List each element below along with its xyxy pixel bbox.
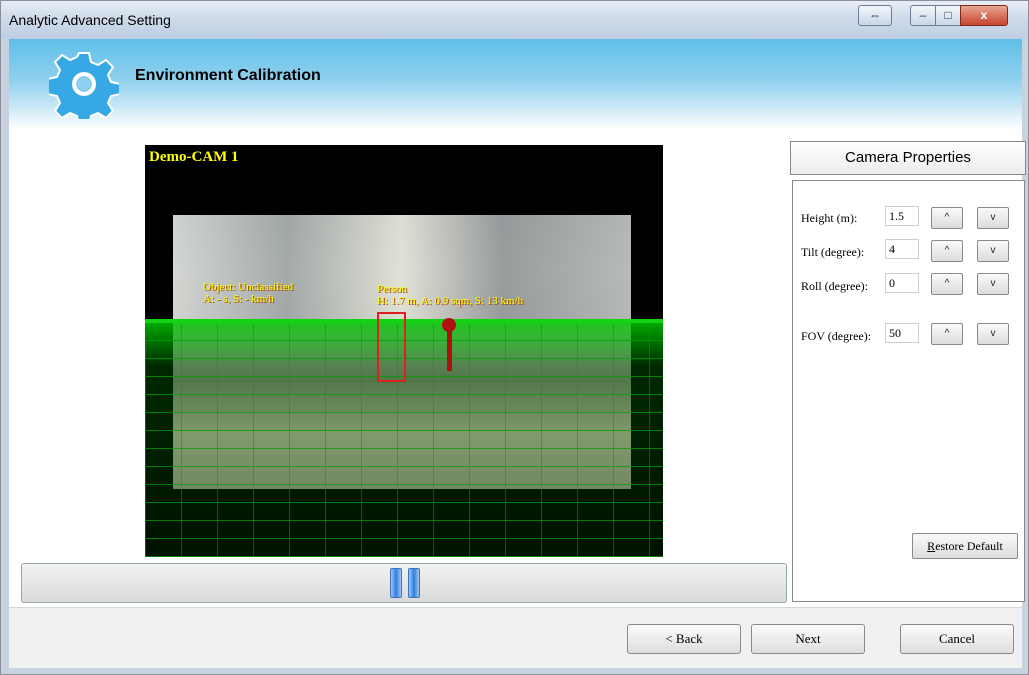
restore-default-button[interactable]: Restore Default: [912, 533, 1018, 559]
playback-slider[interactable]: [21, 563, 787, 603]
tilt-field[interactable]: 4: [885, 239, 919, 259]
object-type-text: Object: Unclassified: [203, 281, 294, 293]
main-content: Demo-CAM 1 Object: Unclassified A: - s, …: [9, 129, 1026, 607]
fov-field[interactable]: 50: [885, 323, 919, 343]
fov-label: FOV (degree):: [801, 329, 872, 343]
title-bar: Analytic Advanced Setting ⇔ – □ x: [1, 1, 1028, 40]
wizard-header: Environment Calibration: [9, 39, 1022, 129]
height-label: Height (m):: [801, 211, 858, 225]
maximize-button[interactable]: □: [935, 5, 961, 26]
window-border-left: [1, 39, 9, 667]
height-marker-handle[interactable]: [442, 318, 456, 332]
person-bounding-box: [377, 312, 406, 382]
roll-field[interactable]: 0: [885, 273, 919, 293]
tilt-up-button[interactable]: ^: [931, 240, 963, 262]
camera-preview[interactable]: Demo-CAM 1 Object: Unclassified A: - s, …: [145, 145, 663, 557]
height-down-button[interactable]: v: [977, 207, 1009, 229]
roll-up-button[interactable]: ^: [931, 273, 963, 295]
window-border-bottom: [1, 667, 1028, 674]
fov-up-button[interactable]: ^: [931, 323, 963, 345]
object-label-unclassified: Object: Unclassified A: - s, S: - km/h: [203, 281, 293, 305]
object-label-person: Person H: 1.7 m, A: 0.9 sqm, S: 13 km/h: [377, 283, 523, 307]
object-type-text: Person: [377, 283, 407, 295]
close-button[interactable]: x: [960, 5, 1008, 26]
camera-properties-header: Camera Properties: [790, 141, 1026, 175]
camera-properties-panel: Height (m): 1.5 ^ v Tilt (degree): 4 ^ v…: [792, 180, 1025, 602]
window-title: Analytic Advanced Setting: [9, 12, 171, 28]
height-up-button[interactable]: ^: [931, 207, 963, 229]
roll-label: Roll (degree):: [801, 279, 868, 293]
resize-toggle-icon[interactable]: ⇔: [858, 5, 892, 26]
wizard-footer: < Back Next Cancel: [9, 607, 1022, 668]
back-button[interactable]: < Back: [627, 624, 741, 654]
minimize-button[interactable]: –: [910, 5, 936, 26]
slider-thumb-right[interactable]: [408, 568, 420, 598]
analytic-advanced-setting-window: Analytic Advanced Setting ⇔ – □ x Enviro…: [0, 0, 1029, 675]
object-stats-text: A: - s, S: - km/h: [203, 293, 274, 305]
camera-name-label: Demo-CAM 1: [149, 149, 239, 165]
restore-label: estore Default: [935, 539, 1003, 553]
roll-down-button[interactable]: v: [977, 273, 1009, 295]
next-button[interactable]: Next: [751, 624, 865, 654]
restore-mnemonic: R: [927, 539, 936, 553]
cancel-button[interactable]: Cancel: [900, 624, 1014, 654]
object-stats-text: H: 1.7 m, A: 0.9 sqm, S: 13 km/h: [377, 295, 524, 307]
gear-icon: [49, 52, 119, 119]
tilt-label: Tilt (degree):: [801, 245, 865, 259]
height-field[interactable]: 1.5: [885, 206, 919, 226]
page-title: Environment Calibration: [135, 67, 321, 84]
tilt-down-button[interactable]: v: [977, 240, 1009, 262]
slider-thumb-left[interactable]: [390, 568, 402, 598]
fov-down-button[interactable]: v: [977, 323, 1009, 345]
